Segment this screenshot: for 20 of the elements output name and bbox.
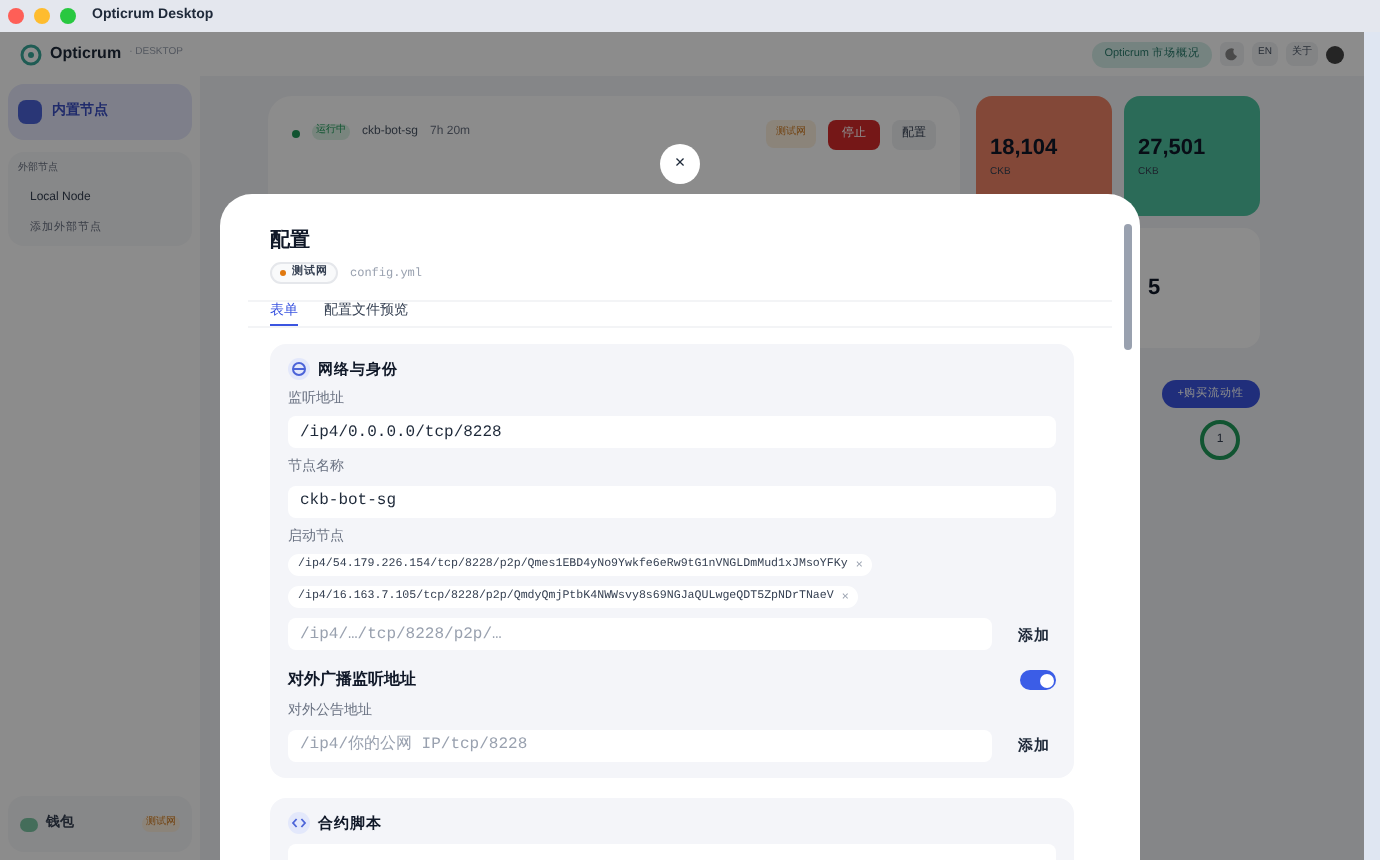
stat-value: 18,104	[990, 134, 1060, 164]
toggle-label: 对外广播监听地址	[288, 668, 416, 693]
maximize-window-icon[interactable]	[60, 8, 76, 24]
dialog-title: 配置	[270, 227, 312, 256]
node-icon	[18, 100, 42, 124]
brand-name: Opticrum	[50, 42, 122, 66]
moon-icon[interactable]	[1220, 42, 1245, 66]
code-icon	[288, 811, 310, 834]
input-field[interactable]: /ip4/0.0.0.0/tcp/8228	[288, 416, 1056, 449]
input-field[interactable]: /ip4/…/tcp/8228/p2p/…	[288, 618, 992, 651]
minimize-window-icon[interactable]	[34, 8, 50, 24]
toggle-switch[interactable]	[1020, 670, 1056, 691]
scrollbar-thumb[interactable]	[1124, 224, 1132, 350]
globe-icon	[288, 357, 310, 380]
input-field[interactable]: /ip4/你的公网 IP/tcp/8228	[288, 729, 992, 762]
close-window-icon[interactable]	[8, 8, 24, 24]
stat-value: 27,501	[1138, 134, 1208, 164]
logo-icon	[20, 43, 42, 65]
input-field[interactable]: ckb-bot-sg	[288, 485, 1056, 518]
stat-value: 5	[1148, 273, 1163, 304]
